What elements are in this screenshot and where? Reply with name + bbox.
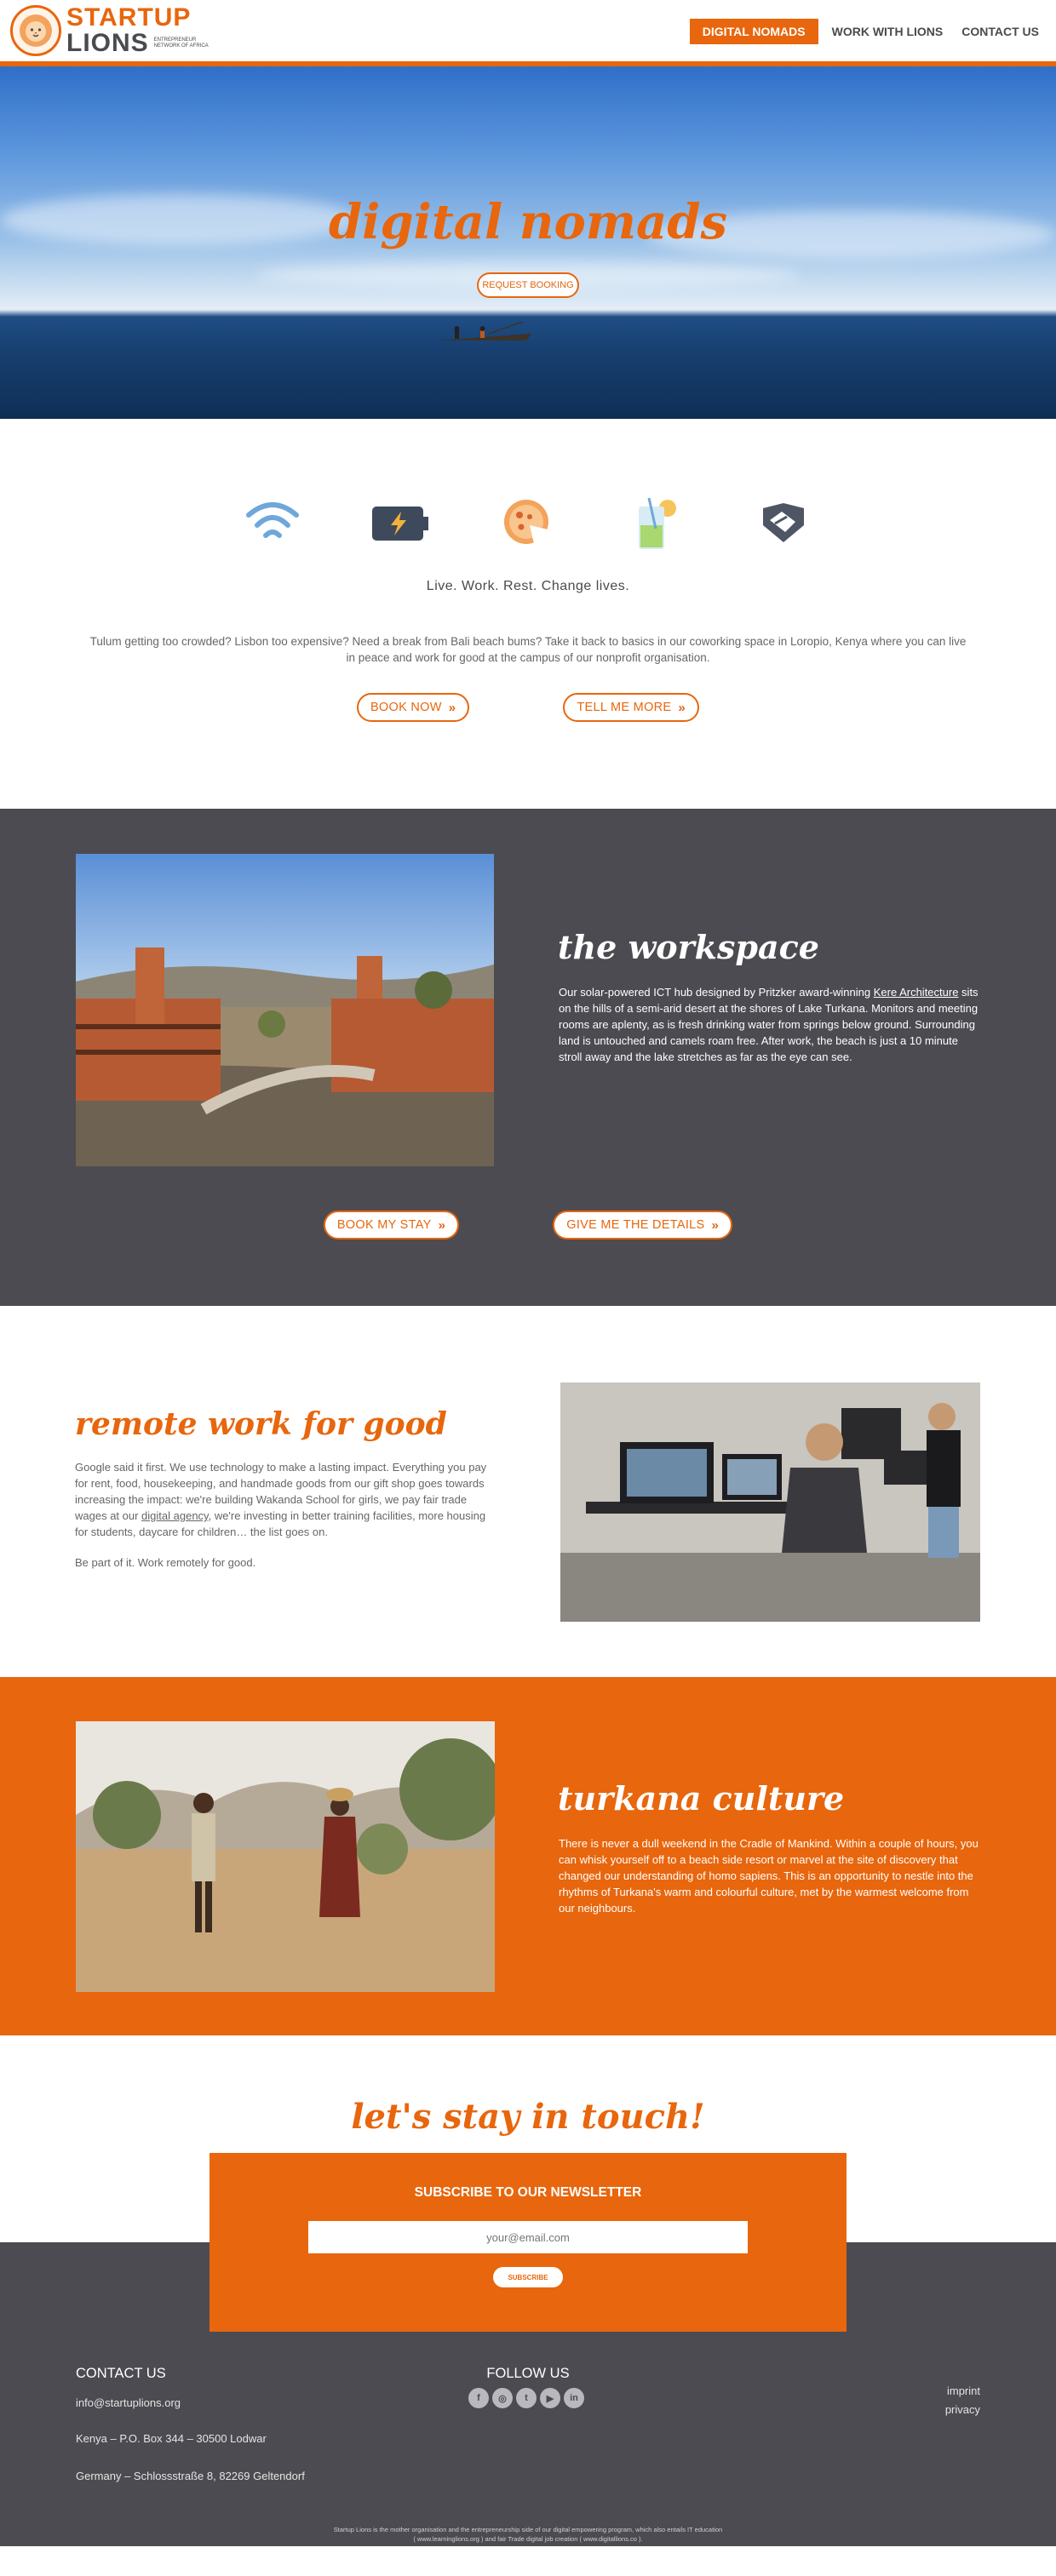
book-now-label: BOOK NOW bbox=[370, 701, 442, 714]
handshake-icon bbox=[754, 494, 813, 553]
twitter-icon[interactable]: t bbox=[516, 2388, 537, 2408]
workspace-photo bbox=[76, 854, 494, 1166]
double-chevron-right-icon: » bbox=[711, 1217, 720, 1233]
nav-contact-us[interactable]: CONTACT US bbox=[956, 19, 1044, 44]
turkana-text: There is never a dull weekend in the Cra… bbox=[559, 1837, 979, 1915]
workspace-section: the workspace Our solar-powered ICT hub … bbox=[0, 809, 1056, 1306]
food-plate-icon bbox=[498, 494, 558, 553]
footer-follow-heading: FOLLOW US bbox=[486, 2366, 570, 2381]
book-now-button[interactable]: BOOK NOW » bbox=[356, 693, 470, 722]
footer-email-link[interactable]: info@startuplions.org bbox=[76, 2396, 181, 2409]
battery-charging-icon bbox=[370, 494, 430, 553]
tell-me-more-label: TELL ME MORE bbox=[577, 701, 672, 714]
turkana-section: turkana culture There is never a dull we… bbox=[0, 1677, 1056, 2035]
intro-text: Tulum getting too crowded? Lisbon too ex… bbox=[89, 635, 967, 664]
kere-architecture-link[interactable]: Kere Architecture bbox=[874, 986, 959, 999]
digital-agency-link[interactable]: digital agency bbox=[141, 1509, 209, 1522]
footer-fine-print: Startup Lions is the mother organisation… bbox=[0, 2525, 1056, 2544]
footer-kenya-address: Kenya – P.O. Box 344 – 30500 Lodwar bbox=[76, 2432, 267, 2445]
intro-section: Live. Work. Rest. Change lives. Tulum ge… bbox=[0, 419, 1056, 809]
request-booking-button[interactable]: REQUEST BOOKING bbox=[477, 272, 579, 298]
youtube-icon[interactable]: ▶ bbox=[540, 2388, 560, 2408]
wifi-icon bbox=[243, 494, 302, 553]
remote-work-text: Google said it first. We use technology … bbox=[75, 1459, 494, 1571]
stay-in-touch-title: let's stay in touch! bbox=[351, 2097, 705, 2137]
main-nav: DIGITAL NOMADS WORK WITH LIONS CONTACT U… bbox=[689, 19, 1044, 44]
remote-work-section: remote work for good Google said it firs… bbox=[0, 1306, 1056, 1677]
nav-work-with-lions[interactable]: WORK WITH LIONS bbox=[827, 19, 949, 44]
hero-title: digital nomads bbox=[328, 194, 728, 250]
workspace-title: the workspace bbox=[558, 928, 819, 966]
privacy-link[interactable]: privacy bbox=[945, 2403, 980, 2416]
fine-print-line2: ( www.learninglions.org ) and fair Trade… bbox=[413, 2535, 643, 2543]
remote-work-title: remote work for good bbox=[75, 1406, 447, 1442]
newsletter-footer-section: let's stay in touch! SUBSCRIBE TO OUR NE… bbox=[0, 2035, 1056, 2546]
subscribe-button[interactable]: SUBSCRIBE bbox=[493, 2267, 563, 2287]
logo-startup-text: STARTUP bbox=[66, 3, 192, 31]
turkana-title: turkana culture bbox=[558, 1779, 845, 1818]
book-my-stay-label: BOOK MY STAY bbox=[336, 1218, 432, 1232]
boat-image bbox=[438, 322, 531, 341]
intro-tagline: Live. Work. Rest. Change lives. bbox=[426, 579, 630, 593]
logo-tagline: ENTREPRENEUR NETWORK OF AFRICA bbox=[153, 37, 209, 49]
footer-germany-address: Germany – Schlossstraße 8, 82269 Geltend… bbox=[76, 2470, 305, 2482]
email-input[interactable] bbox=[308, 2221, 748, 2253]
workspace-text: Our solar-powered ICT hub designed by Pr… bbox=[559, 984, 981, 1065]
site-header: STARTUP LIONS ENTREPRENEUR NETWORK OF AF… bbox=[0, 0, 1056, 66]
imprint-link[interactable]: imprint bbox=[947, 2384, 980, 2397]
linkedin-icon[interactable]: in bbox=[564, 2388, 584, 2408]
book-my-stay-button[interactable]: BOOK MY STAY » bbox=[323, 1211, 460, 1239]
give-me-the-details-button[interactable]: GIVE ME THE DETAILS » bbox=[553, 1211, 733, 1239]
remote-closing: Be part of it. Work remotely for good. bbox=[75, 1556, 256, 1569]
intro-buttons: BOOK NOW » TELL ME MORE » bbox=[0, 693, 1056, 722]
newsletter-box: SUBSCRIBE TO OUR NEWSLETTER SUBSCRIBE bbox=[209, 2153, 847, 2332]
double-chevron-right-icon: » bbox=[448, 700, 456, 715]
office-photo bbox=[560, 1382, 980, 1622]
double-chevron-right-icon: » bbox=[438, 1217, 446, 1233]
instagram-icon[interactable]: ◎ bbox=[492, 2388, 513, 2408]
facebook-icon[interactable]: f bbox=[468, 2388, 489, 2408]
amenity-icons bbox=[0, 494, 1056, 553]
startup-lions-logo[interactable]: STARTUP LIONS ENTREPRENEUR NETWORK OF AF… bbox=[10, 5, 214, 56]
hero-banner: digital nomads REQUEST BOOKING bbox=[0, 66, 1056, 419]
social-links: f ◎ t ▶ in bbox=[468, 2388, 584, 2408]
fine-print-line1: Startup Lions is the mother organisation… bbox=[333, 2526, 723, 2533]
nav-digital-nomads[interactable]: DIGITAL NOMADS bbox=[689, 19, 818, 44]
workspace-text-before: Our solar-powered ICT hub designed by Pr… bbox=[559, 986, 874, 999]
tell-me-more-button[interactable]: TELL ME MORE » bbox=[563, 693, 700, 722]
give-me-the-details-label: GIVE ME THE DETAILS bbox=[566, 1218, 705, 1232]
newsletter-heading: SUBSCRIBE TO OUR NEWSLETTER bbox=[414, 2185, 642, 2200]
logo-lions-text: LIONS bbox=[66, 29, 149, 57]
workspace-buttons: BOOK MY STAY » GIVE ME THE DETAILS » bbox=[0, 1211, 1056, 1239]
lion-logo-icon bbox=[10, 5, 61, 56]
drink-glass-icon bbox=[626, 494, 686, 553]
double-chevron-right-icon: » bbox=[678, 700, 686, 715]
turkana-people-photo bbox=[76, 1721, 495, 1992]
